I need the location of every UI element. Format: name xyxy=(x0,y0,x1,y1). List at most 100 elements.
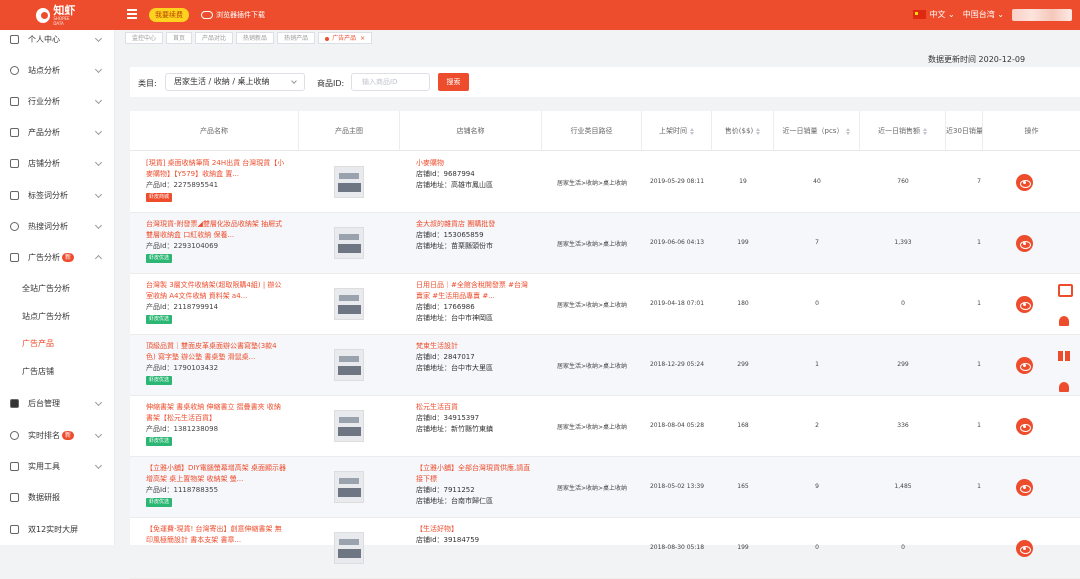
sidebar-item-tools[interactable]: 实用工具 xyxy=(0,451,115,481)
close-icon[interactable]: × xyxy=(360,35,365,42)
sidebar-item-shop-analysis[interactable]: 店铺分析 xyxy=(0,148,115,178)
sidebar-item-site-analysis[interactable]: 站点分析 xyxy=(0,55,115,85)
sales-30d: 1 xyxy=(977,361,981,368)
col-product-image: 产品主图 xyxy=(299,111,400,151)
product-thumbnail[interactable] xyxy=(334,532,364,564)
shop-id: 店铺Id：34915397 xyxy=(416,414,480,422)
shop-cell: 【立雅小舖】全部台灣現貨供應,請直接下標 店铺Id：7911252 店铺地址：台南市… xyxy=(416,463,531,507)
listed-time: 2019-06-06 04:13 xyxy=(649,239,705,246)
tab-monitor-center[interactable]: 监控中心 xyxy=(125,32,164,44)
sidebar-item-realtime-ranking[interactable]: 实时排名新 xyxy=(0,420,115,450)
shop-id: 店铺Id：153065859 xyxy=(416,231,484,239)
gift-icon[interactable] xyxy=(1056,347,1072,363)
product-id: 产品Id：1118788355 xyxy=(146,486,219,494)
sidebar-item-hot-search-analysis[interactable]: 热搜词分析 xyxy=(0,211,115,241)
tab-hot-new[interactable]: 热销新品 xyxy=(236,32,275,44)
region-selector[interactable]: 中国台湾 ⌄ xyxy=(963,8,1004,22)
sidebar-item-backend-management[interactable]: 后台管理 xyxy=(0,388,115,418)
menu-toggle-icon[interactable] xyxy=(127,9,137,19)
message-icon[interactable] xyxy=(1056,281,1073,297)
sidebar-item-ad-analysis[interactable]: 广告分析新 xyxy=(0,242,115,272)
product-title-link[interactable]: 伸縮書架 書桌收納 伸縮書立 摺疊書夾 收納書架【松元生活百貨】 xyxy=(146,402,286,424)
chevron-down-icon xyxy=(94,96,103,105)
product-id: 产品Id：2275895541 xyxy=(146,181,219,189)
sales-30d: 1 xyxy=(977,300,981,307)
renew-button[interactable]: 我要续费 xyxy=(149,8,189,22)
bell-icon[interactable] xyxy=(1056,314,1072,330)
product-thumbnail[interactable] xyxy=(334,349,364,381)
plugin-download-link[interactable]: 浏览器插件下载 xyxy=(201,8,265,22)
revenue-1d: 760 xyxy=(897,178,909,185)
shop-cell: 【生活好物】 店铺Id：39184759 xyxy=(416,524,531,546)
notification-icon[interactable] xyxy=(1056,380,1072,396)
table-header: 产品名称 产品主图 店铺名称 行业类目路径 上架时间 售价($$) 近一日销量（… xyxy=(130,111,1080,151)
product-title-link[interactable]: [現貨] 桌面收納筆筒 24H出貨 台灣現貨【小麥購物】【Y579】收納盒 置.… xyxy=(146,158,286,180)
shop-name-link[interactable]: 小麥購物 xyxy=(416,158,531,169)
tab-ad-products[interactable]: 广告产品 × xyxy=(318,32,373,44)
sidebar-item-double12-screen[interactable]: 双12实时大屏 xyxy=(0,514,115,544)
chevron-down-icon xyxy=(291,78,297,84)
sales-1d: 7 xyxy=(815,239,819,246)
col-listed-time[interactable]: 上架时间 xyxy=(642,111,712,151)
sales-30d: 1 xyxy=(977,422,981,429)
col-sales-1d[interactable]: 近一日销量（pcs） xyxy=(774,111,860,151)
table-row: 【免運費-現貨! 台灣寄出】創意伸縮書架 無印風極簡設計 書本支架 書章... 【… xyxy=(130,518,1080,579)
sidebar-sub-all-site-ads[interactable]: 全站广告分析 xyxy=(22,276,70,302)
sidebar-item-product-analysis[interactable]: 产品分析 xyxy=(0,117,115,147)
price: 199 xyxy=(737,544,749,551)
view-eye-icon[interactable] xyxy=(1016,235,1033,252)
sidebar-sub-ad-products[interactable]: 广告产品 xyxy=(22,331,54,357)
product-thumbnail[interactable] xyxy=(334,410,364,442)
product-title-link[interactable]: 台灣現貨-附發票◢雙層化妝品收納架 抽屜式雙層收納盒 口紅收納 保養... xyxy=(146,219,286,241)
ranking-icon xyxy=(10,430,19,440)
sidebar-sub-site-ads[interactable]: 站点广告分析 xyxy=(22,304,70,330)
shop-name-link[interactable]: 日用日品｜#全館含稅開發票 #台灣賣家 #生活用品專賣 #... xyxy=(416,280,531,302)
product-title-link[interactable]: 頂級品質｜雙面皮革桌面辦公書寫墊(3款4色) 寫字墊 辦公墊 書桌墊 滑鼠桌..… xyxy=(146,341,286,363)
view-eye-icon[interactable] xyxy=(1016,418,1033,435)
view-eye-icon[interactable] xyxy=(1016,357,1033,374)
revenue-1d: 0 xyxy=(901,544,905,551)
product-thumbnail[interactable] xyxy=(334,166,364,198)
view-eye-icon[interactable] xyxy=(1016,174,1033,191)
shop-name-link[interactable]: 金大叔的雜貨店 團購批發 xyxy=(416,219,531,230)
sidebar-item-data-reports[interactable]: 数据研报 xyxy=(0,482,115,512)
shop-name-link[interactable]: 梵束生活設計 xyxy=(416,341,531,352)
product-thumbnail[interactable] xyxy=(334,288,364,320)
col-revenue-1d[interactable]: 近一日销售额 xyxy=(860,111,946,151)
sales-1d: 0 xyxy=(815,544,819,551)
view-eye-icon[interactable] xyxy=(1016,540,1033,557)
product-id-input[interactable]: 输入商品ID xyxy=(351,73,430,91)
view-eye-icon[interactable] xyxy=(1016,479,1033,496)
product-id: 产品Id：2293104069 xyxy=(146,242,219,250)
chevron-down-icon xyxy=(94,127,103,136)
product-name-cell: [現貨] 桌面收納筆筒 24H出貨 台灣現貨【小麥購物】【Y579】收納盒 置.… xyxy=(146,158,286,202)
shop-name-link[interactable]: 松元生活百貨 xyxy=(416,402,531,413)
shop-name-link[interactable]: 【生活好物】 xyxy=(416,524,531,535)
product-title-link[interactable]: 台灣製 3層文件收納架(超取限購4組) | 辦公室收納 A4文件收納 資料架 a… xyxy=(146,280,286,302)
logo[interactable]: 知虾 SHOPEE DATA xyxy=(36,4,80,26)
tab-product-compare[interactable]: 产品对比 xyxy=(195,32,234,44)
chevron-down-icon xyxy=(94,65,103,74)
tab-hot-products[interactable]: 热销产品 xyxy=(277,32,316,44)
breadcrumb-tabs: 监控中心 首页 产品对比 热销新品 热销产品 广告产品 × xyxy=(115,30,1080,46)
search-button[interactable]: 搜索 xyxy=(438,73,469,91)
col-price[interactable]: 售价($$) xyxy=(712,111,774,151)
product-thumbnail[interactable] xyxy=(334,471,364,503)
product-thumbnail[interactable] xyxy=(334,227,364,259)
tab-home[interactable]: 首页 xyxy=(166,32,193,44)
product-title-link[interactable]: 【立雅小舖】DIY電腦螢幕增高架 桌面顯示器增高架 桌上置物架 收納架 螢... xyxy=(146,463,286,485)
ad-icon xyxy=(10,252,19,262)
category-select[interactable]: 居家生活 / 收納 / 桌上收納 xyxy=(165,73,305,91)
product-title-link[interactable]: 【免運費-現貨! 台灣寄出】創意伸縮書架 無印風極簡設計 書本支架 書章... xyxy=(146,524,286,546)
sidebar-sub-ad-shops[interactable]: 广告店铺 xyxy=(22,359,54,385)
sidebar-item-industry-analysis[interactable]: 行业分析 xyxy=(0,86,115,116)
shop-id: 店铺Id：1766986 xyxy=(416,303,475,311)
col-sales-30d[interactable]: 近30日销量 xyxy=(946,111,983,151)
language-selector[interactable]: 中文 ⌄ xyxy=(912,8,955,22)
view-eye-icon[interactable] xyxy=(1016,296,1033,313)
category-label: 类目: xyxy=(138,79,157,88)
sidebar-item-tag-word-analysis[interactable]: 标签词分析 xyxy=(0,180,115,210)
user-avatar[interactable] xyxy=(1012,9,1072,21)
sidebar-item-personal-center[interactable]: 个人中心 xyxy=(0,24,115,54)
shop-name-link[interactable]: 【立雅小舖】全部台灣現貨供應,請直接下標 xyxy=(416,463,531,485)
